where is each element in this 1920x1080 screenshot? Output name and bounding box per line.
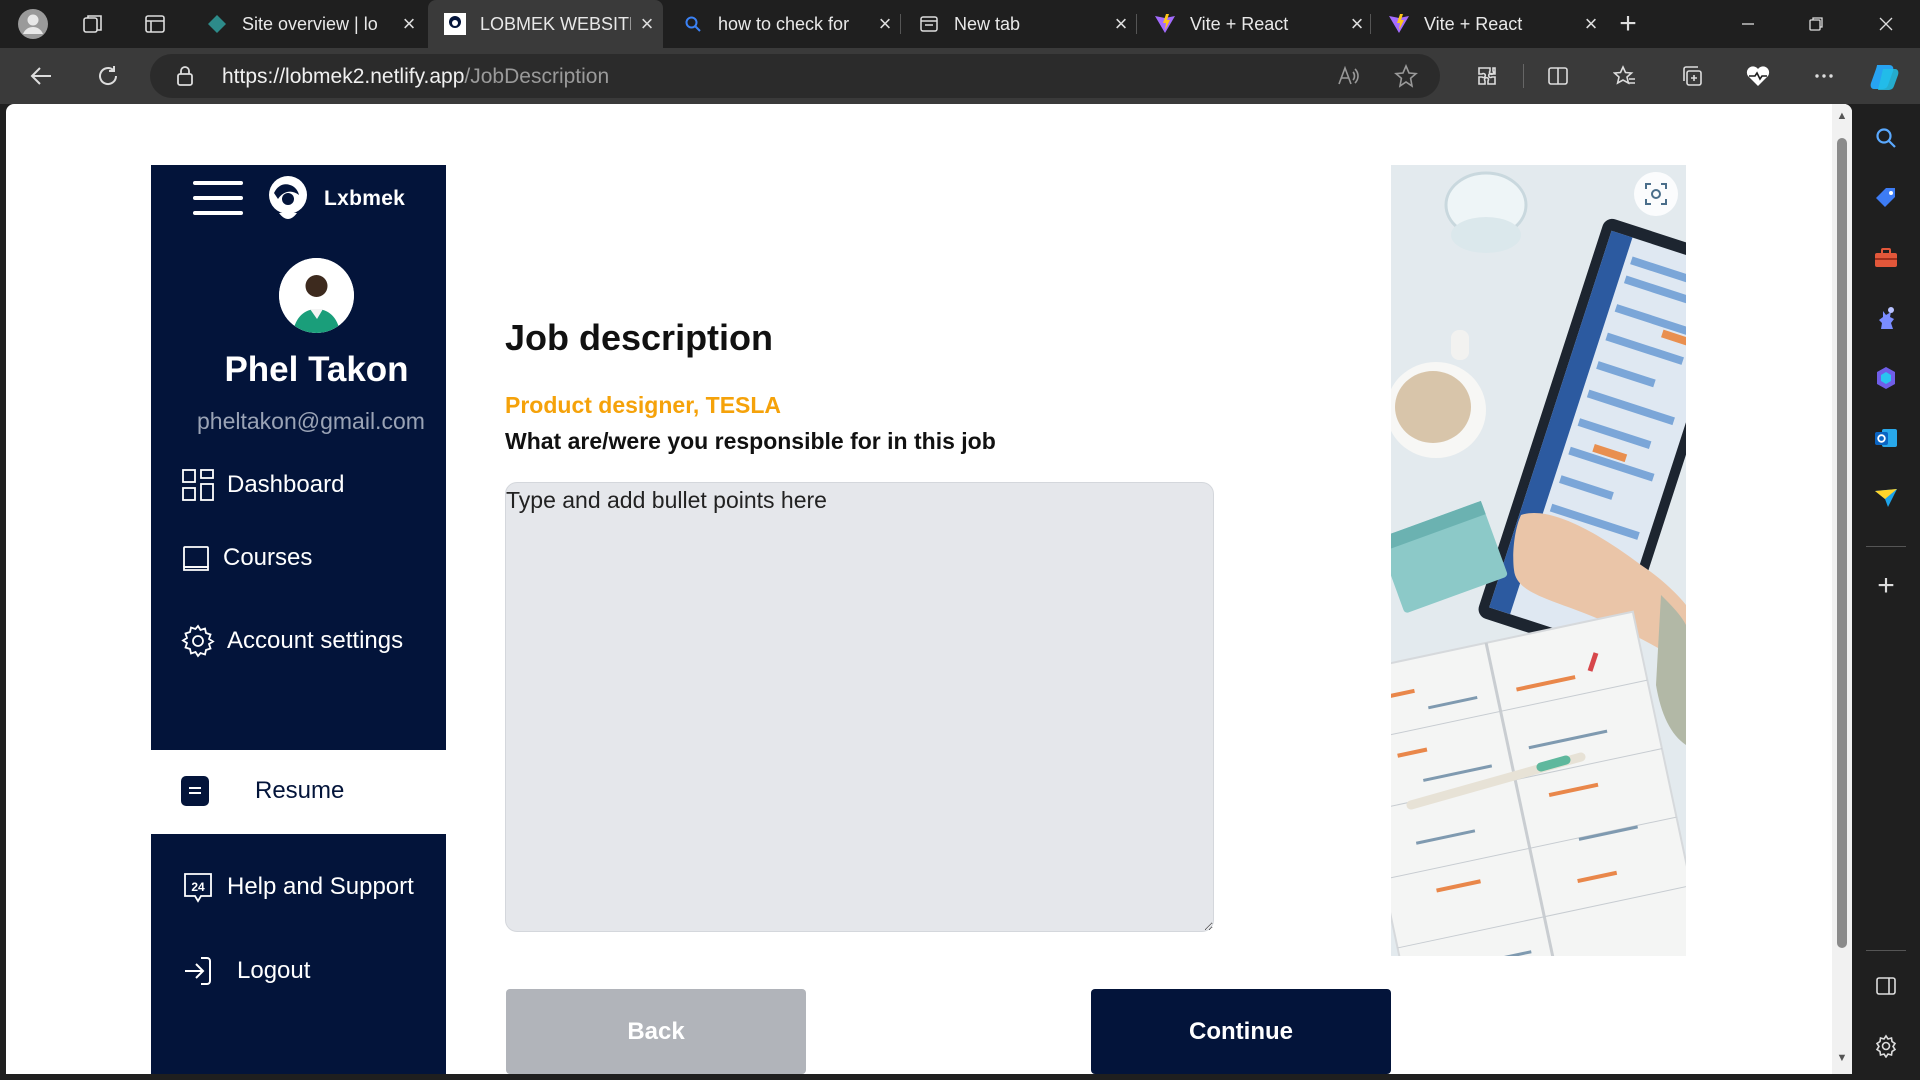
tab-search[interactable]: how to check for × [666,0,901,48]
browser-essentials-icon[interactable] [1740,58,1776,94]
tab-new-tab[interactable]: New tab × [902,0,1137,48]
scrollbar-thumb[interactable] [1837,138,1847,948]
avatar[interactable] [279,258,354,333]
copilot-icon[interactable] [1866,56,1906,96]
sidebar-item-courses[interactable]: Courses [181,538,312,578]
new-tab-page-icon [918,13,940,35]
settings-more-icon[interactable] [1806,58,1842,94]
user-name: Phel Takon [224,350,409,389]
tab-title: New tab [954,13,1021,34]
back-arrow-icon[interactable] [22,56,62,96]
page-scrollbar[interactable]: ▲ ▼ [1832,104,1852,1074]
tab-title: Vite + React [1424,13,1523,34]
close-tab-icon[interactable]: × [631,11,663,37]
address-bar[interactable]: https://lobmek2.netlify.app/JobDescripti… [150,54,1440,98]
profile-icon[interactable] [17,8,49,40]
tab-title: Vite + React [1190,13,1289,34]
resume-icon [181,776,209,806]
vite-icon [1154,13,1176,35]
continue-button[interactable]: Continue [1091,989,1391,1074]
responsibilities-textarea[interactable] [505,482,1214,932]
new-tab-button[interactable]: + [1612,7,1644,40]
tools-briefcase-icon[interactable] [1870,242,1902,274]
tab-title: Site overview | lo [242,13,378,34]
sidebar-item-label: Help and Support [227,873,414,900]
sidebar-item-label: Courses [223,544,313,571]
visual-search-icon[interactable] [1634,172,1678,216]
courses-icon [181,541,211,575]
add-sidebar-app-icon[interactable]: + [1870,569,1902,602]
sidebar-item-label: Logout [237,957,311,984]
sidebar-item-logout[interactable]: Logout [181,951,310,991]
sidebar-settings-gear-icon[interactable] [1870,1030,1902,1062]
scroll-down-arrow-icon[interactable]: ▼ [1835,1052,1849,1064]
split-screen-icon[interactable] [1540,58,1576,94]
close-tab-icon[interactable]: × [1575,11,1607,37]
back-button[interactable]: Back [506,989,806,1074]
extensions-icon[interactable] [1469,58,1505,94]
netlify-icon [206,13,228,35]
sidebar-item-label: Account settings [227,627,404,654]
close-tab-icon[interactable]: × [1341,11,1373,37]
page-title: Job description [505,317,774,358]
favorite-star-icon[interactable] [1388,58,1424,94]
tab-actions-icon[interactable] [139,8,171,40]
scroll-up-arrow-icon[interactable]: ▲ [1835,110,1849,122]
hamburger-menu-icon[interactable] [193,181,243,217]
address-toolbar: https://lobmek2.netlify.app/JobDescripti… [0,48,1920,104]
vite-icon [1388,13,1410,35]
search-icon [682,13,704,35]
favorites-icon[interactable] [1607,58,1643,94]
sidebar-item-help-and-support[interactable]: 24 Help and Support [181,867,414,907]
tab-strip: Site overview | lo × LOBMEK WEBSITE × ho… [0,0,1920,48]
sidebar-item-account-settings[interactable]: Account settings [181,621,403,661]
sidebar-item-resume[interactable]: Resume [151,750,446,834]
minimize-button[interactable] [1714,0,1782,48]
tab-vite-react-2[interactable]: Vite + React × [1372,0,1607,48]
telegram-send-icon[interactable] [1870,482,1902,514]
lobmek-logo-icon [444,13,466,35]
logo-text: Lxbmek [324,187,406,210]
close-tab-icon[interactable]: × [393,11,425,37]
svg-text:24: 24 [191,880,205,894]
user-email: pheltakon@gmail.com [197,408,425,434]
workspaces-icon[interactable] [77,8,109,40]
sidebar-item-dashboard[interactable]: Dashboard [181,465,344,505]
tab-lobmek-website[interactable]: LOBMEK WEBSITE × [428,0,663,48]
url-text: https://lobmek2.netlify.app/JobDescripti… [222,65,610,88]
responsibilities-question: What are/were you responsible for in thi… [505,428,996,454]
desk-planner-photo [1391,165,1686,956]
shopping-tag-icon[interactable] [1870,182,1902,214]
games-chess-icon[interactable] [1870,302,1902,334]
collections-icon[interactable] [1674,58,1710,94]
tab-site-overview[interactable]: Site overview | lo × [190,0,425,48]
tab-title: LOBMEK WEBSITE [480,13,631,34]
copilot-app-icon[interactable] [1870,362,1902,394]
close-tab-icon[interactable]: × [1105,11,1137,37]
edge-sidebar: + [1852,104,1920,1080]
hide-sidebar-icon[interactable] [1870,970,1902,1002]
job-role-label: Product designer, TESLA [505,392,782,418]
tab-vite-react-1[interactable]: Vite + React × [1138,0,1373,48]
lobmek-logo-icon[interactable] [264,173,312,221]
close-tab-icon[interactable]: × [869,11,901,37]
lock-icon[interactable] [176,66,194,91]
restore-button[interactable] [1782,0,1850,48]
search-icon[interactable] [1870,122,1902,154]
close-window-button[interactable] [1852,0,1920,48]
support-24-icon: 24 [181,870,215,904]
read-aloud-icon[interactable] [1330,58,1366,94]
outlook-icon[interactable] [1870,422,1902,454]
dashboard-icon [181,468,215,502]
page-viewport: Lxbmek Phel Takon pheltakon@gmail.com Da… [6,104,1852,1074]
logout-icon [181,954,215,988]
sidebar-item-label: Resume [255,777,345,804]
settings-icon [181,624,215,658]
tab-title: how to check for [718,13,850,34]
sidebar-item-label: Dashboard [227,471,345,498]
app-sidebar: Lxbmek Phel Takon pheltakon@gmail.com Da… [151,165,446,1074]
refresh-icon[interactable] [88,56,128,96]
